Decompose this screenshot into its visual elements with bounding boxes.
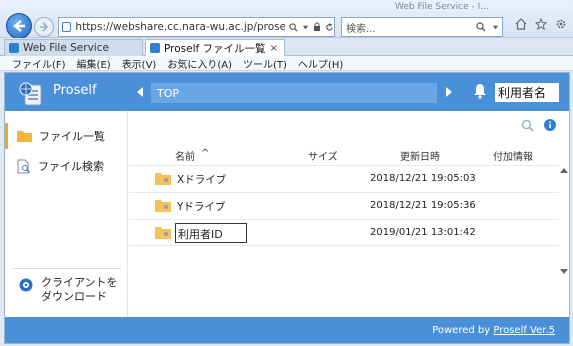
download-icon <box>19 278 33 292</box>
path-bar: TOP <box>135 83 453 103</box>
column-header-info[interactable]: 付加情報 <box>493 148 533 163</box>
triangle-left-icon <box>136 86 143 97</box>
footer-text: Powered by Proself Ver.5 <box>432 325 555 336</box>
path-back-button[interactable] <box>135 86 145 100</box>
scrollbar[interactable] <box>559 165 569 277</box>
tab-label: Web File Service <box>23 42 109 54</box>
tab-bar: Web File Service Proself ファイル一覧 × <box>0 38 573 56</box>
path-forward-button[interactable] <box>443 86 453 100</box>
triangle-right-icon <box>445 86 452 97</box>
file-modified: 2019/01/21 13:01:42 <box>370 227 476 238</box>
file-name[interactable]: Yドライブ <box>177 199 225 214</box>
column-header-size[interactable]: サイズ <box>308 148 338 163</box>
forward-button[interactable] <box>34 17 54 37</box>
menu-tools[interactable]: ツール(T) <box>243 56 287 71</box>
app-header: Proself TOP 利用者名 <box>5 73 569 111</box>
menu-help[interactable]: ヘルプ(H) <box>298 56 343 71</box>
file-list-panel: 名前 ^ サイズ 更新日時 付加情報 Xドライブ 2018/12/21 19:0… <box>129 111 569 317</box>
home-icon[interactable] <box>515 18 527 30</box>
scroll-down-icon[interactable] <box>560 269 568 275</box>
dropdown-icon[interactable] <box>492 24 499 31</box>
download-label-line1: クライアントを <box>41 276 118 289</box>
bell-icon[interactable] <box>473 83 487 99</box>
footer-prefix: Powered by <box>432 325 494 336</box>
path-field[interactable]: TOP <box>151 83 437 103</box>
site-favicon <box>150 43 160 53</box>
app-footer: Powered by Proself Ver.5 <box>5 317 569 343</box>
table-header: 名前 ^ サイズ 更新日時 付加情報 <box>129 143 559 165</box>
file-name[interactable]: 利用者ID <box>175 223 247 243</box>
sidebar-divider <box>13 268 121 269</box>
sidebar: ファイル一覧 ファイル検索 クライアントを ダウンロード <box>5 111 128 317</box>
arrow-left-icon <box>13 20 25 32</box>
shared-folder-icon <box>155 173 171 185</box>
menu-edit[interactable]: 編集(E) <box>77 56 111 71</box>
download-label-line2: ダウンロード <box>41 290 107 303</box>
proself-version-link[interactable]: Proself Ver.5 <box>493 325 555 336</box>
sidebar-item-label: ファイル一覧 <box>39 130 105 143</box>
search-icon[interactable] <box>521 119 534 132</box>
menu-favorites[interactable]: お気に入り(A) <box>167 56 232 71</box>
address-text: https://webshare.cc.nara-wu.ac.jp/prosel… <box>75 21 285 33</box>
download-client-link[interactable]: クライアントを ダウンロード <box>19 276 118 304</box>
menu-file[interactable]: ファイル(F) <box>12 56 66 71</box>
address-bar[interactable]: https://webshare.cc.nara-wu.ac.jp/prosel… <box>58 17 335 37</box>
site-favicon <box>62 22 72 32</box>
table-row[interactable]: Xドライブ 2018/12/21 19:05:03 <box>129 165 559 192</box>
app-brand: Proself <box>53 83 97 98</box>
tab-web-file-service[interactable]: Web File Service <box>4 39 143 56</box>
sort-ascending-icon[interactable]: ^ <box>201 148 209 159</box>
tab-proself[interactable]: Proself ファイル一覧 × <box>145 39 285 56</box>
refresh-icon[interactable] <box>325 22 334 32</box>
column-header-name[interactable]: 名前 <box>175 148 195 163</box>
file-search-icon <box>17 159 30 173</box>
browser-search-placeholder: 検索... <box>346 23 376 35</box>
file-modified: 2018/12/21 19:05:36 <box>370 200 476 211</box>
site-favicon <box>9 43 19 53</box>
menu-view[interactable]: 表示(V) <box>122 56 157 71</box>
proself-logo-icon <box>19 82 42 106</box>
back-button[interactable] <box>6 13 32 39</box>
browser-search-field[interactable]: 検索... <box>341 17 503 37</box>
info-icon[interactable] <box>544 119 556 131</box>
file-modified: 2018/12/21 19:05:03 <box>370 173 476 184</box>
dropdown-icon[interactable] <box>302 24 309 31</box>
sidebar-item-file-list[interactable]: ファイル一覧 <box>5 123 127 149</box>
lock-icon[interactable] <box>313 22 321 32</box>
menu-bar: ファイル(F) 編集(E) 表示(V) お気に入り(A) ツール(T) ヘルプ(… <box>0 56 573 71</box>
shared-folder-icon <box>155 227 171 239</box>
table-row[interactable]: Yドライブ 2018/12/21 19:05:36 <box>129 192 559 219</box>
sidebar-item-label: ファイル検索 <box>38 160 104 173</box>
sidebar-item-file-search[interactable]: ファイル検索 <box>5 153 127 179</box>
gear-icon[interactable] <box>555 18 567 30</box>
column-header-modified[interactable]: 更新日時 <box>400 148 440 163</box>
arrow-right-icon <box>40 22 49 32</box>
scroll-up-icon[interactable] <box>560 167 568 173</box>
proself-app: Proself TOP 利用者名 ファイル一覧 ファイル検索 クライアントを ダ… <box>4 72 570 344</box>
table-row[interactable]: 利用者ID 2019/01/21 13:01:42 <box>129 219 559 246</box>
tab-label: Proself ファイル一覧 <box>164 42 266 55</box>
search-icon[interactable] <box>289 22 298 32</box>
star-icon[interactable] <box>535 18 547 30</box>
shared-folder-icon <box>155 200 171 212</box>
folder-icon <box>17 131 32 142</box>
file-name[interactable]: Xドライブ <box>177 172 226 187</box>
user-name-button[interactable]: 利用者名 <box>495 83 559 102</box>
browser-toolbar: Web File Service - I... https://webshare… <box>0 0 573 39</box>
close-tab-button[interactable]: × <box>270 43 278 54</box>
window-title: Web File Service - I... <box>395 2 489 12</box>
search-icon[interactable] <box>476 22 486 32</box>
